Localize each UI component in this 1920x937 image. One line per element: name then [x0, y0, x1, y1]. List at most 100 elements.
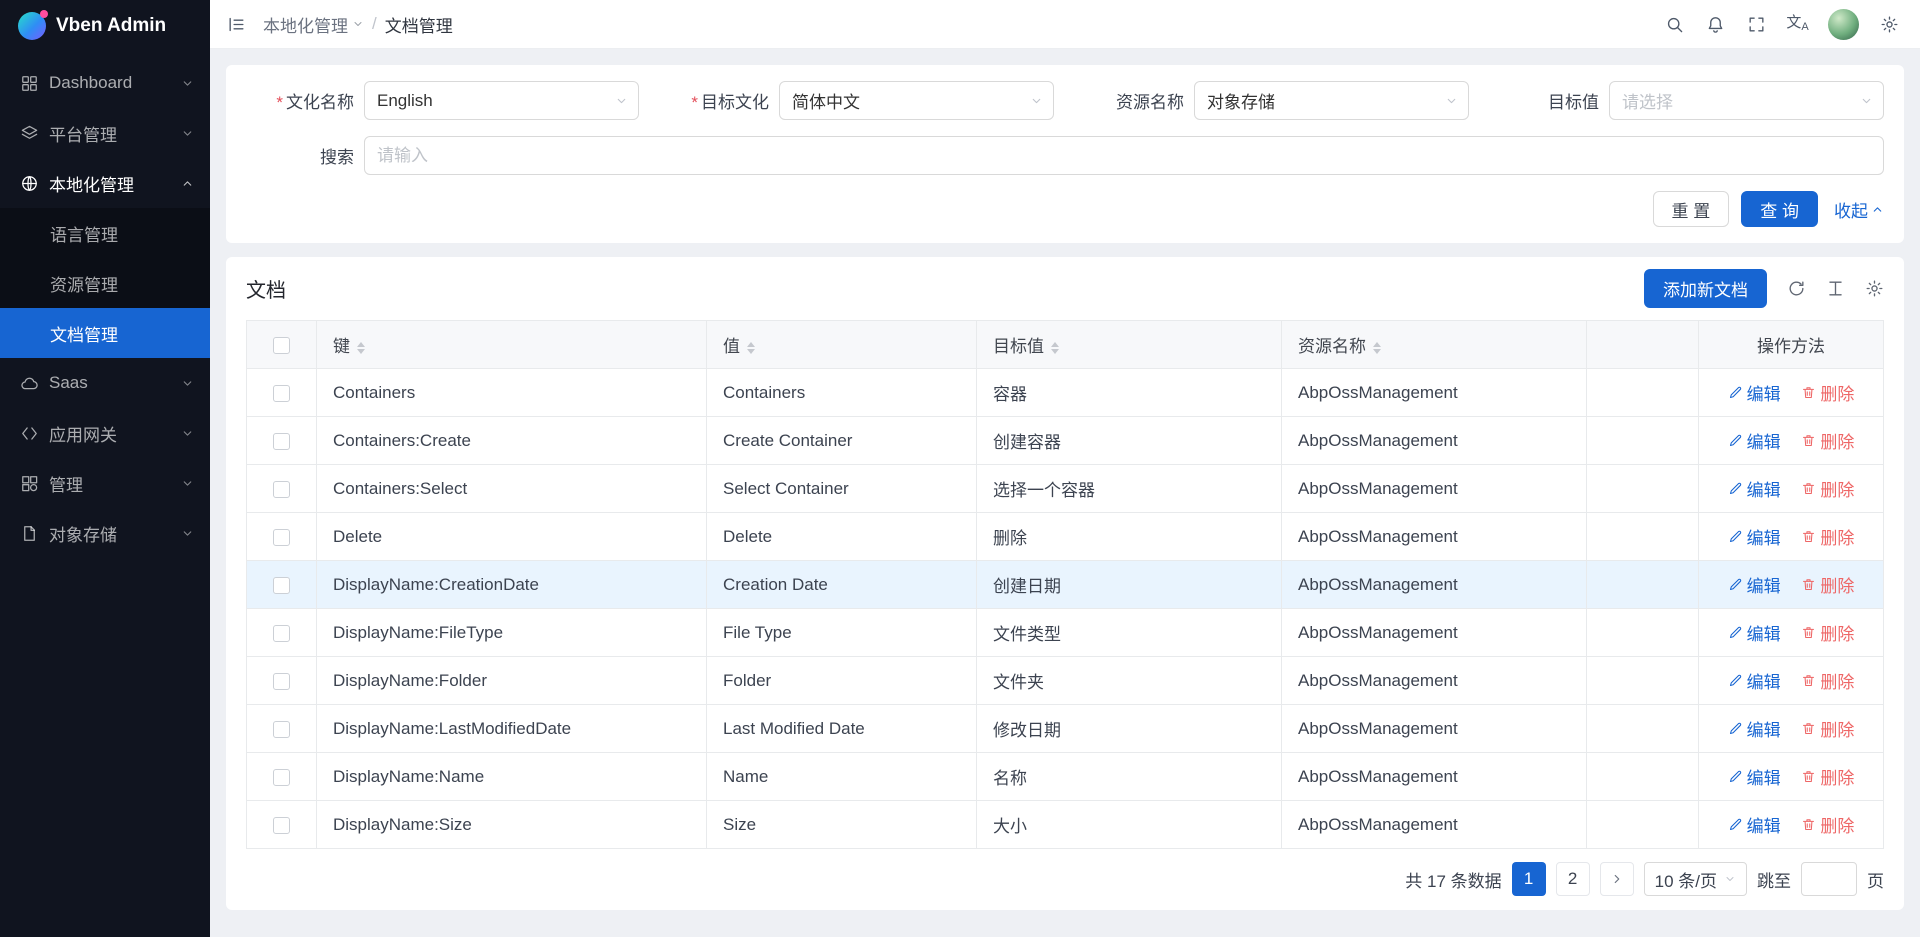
delete-button[interactable]: 删除 [1801, 668, 1854, 693]
reset-button[interactable]: 重 置 [1653, 191, 1730, 227]
delete-button[interactable]: 删除 [1801, 620, 1854, 645]
page-size-select[interactable]: 10 条/页 [1644, 862, 1747, 896]
table-row: DisplayName:Size Size 大小 AbpOssManagemen… [247, 801, 1884, 849]
row-checkbox[interactable] [273, 625, 290, 642]
delete-button[interactable]: 删除 [1801, 812, 1854, 837]
row-checkbox[interactable] [273, 433, 290, 450]
row-checkbox[interactable] [273, 529, 290, 546]
sidebar-item-object-storage[interactable]: 对象存储 [0, 508, 210, 558]
select-all-checkbox[interactable] [273, 337, 290, 354]
edit-button[interactable]: 编辑 [1728, 572, 1781, 597]
search-input[interactable] [364, 136, 1884, 175]
delete-button[interactable]: 删除 [1801, 764, 1854, 789]
column-header-value[interactable]: 值 [707, 321, 977, 369]
logo[interactable]: Vben Admin [0, 0, 210, 52]
page-button-1[interactable]: 1 [1512, 862, 1546, 896]
sidebar-item-label: Saas [49, 373, 181, 393]
sidebar-collapse-button[interactable] [218, 6, 255, 43]
row-checkbox[interactable] [273, 769, 290, 786]
sidebar-submenu-localization: 语言管理 资源管理 文档管理 [0, 208, 210, 358]
delete-button[interactable]: 删除 [1801, 716, 1854, 741]
sidebar-item-platform-management[interactable]: 平台管理 [0, 108, 210, 158]
next-page-button[interactable] [1600, 862, 1634, 896]
delete-button[interactable]: 删除 [1801, 476, 1854, 501]
cell-key: DisplayName:FileType [317, 609, 707, 657]
cell-actions: 编辑 删除 [1699, 657, 1884, 705]
field-label: 搜索 [246, 143, 364, 168]
edit-button[interactable]: 编辑 [1728, 812, 1781, 837]
sidebar-item-management[interactable]: 管理 [0, 458, 210, 508]
translate-icon[interactable]: 文A [1779, 6, 1816, 43]
trash-icon [1801, 481, 1816, 496]
edit-button[interactable]: 编辑 [1728, 428, 1781, 453]
resource-name-select[interactable]: 对象存储 [1194, 81, 1469, 120]
row-checkbox[interactable] [273, 481, 290, 498]
refresh-icon[interactable] [1787, 279, 1806, 298]
query-button[interactable]: 查 询 [1741, 191, 1818, 227]
gear-icon[interactable] [1871, 6, 1908, 43]
row-checkbox[interactable] [273, 673, 290, 690]
jump-page-input[interactable] [1801, 862, 1857, 896]
notification-bell-icon[interactable] [1697, 6, 1734, 43]
column-header-resource-name[interactable]: 资源名称 [1282, 321, 1587, 369]
column-settings-icon[interactable] [1865, 279, 1884, 298]
breadcrumb-item-parent[interactable]: 本地化管理 [263, 12, 364, 37]
target-culture-select[interactable]: 简体中文 [779, 81, 1054, 120]
row-checkbox[interactable] [273, 721, 290, 738]
chevron-right-icon [1610, 872, 1624, 886]
delete-button[interactable]: 删除 [1801, 572, 1854, 597]
edit-button[interactable]: 编辑 [1728, 620, 1781, 645]
edit-button[interactable]: 编辑 [1728, 716, 1781, 741]
sort-icon[interactable] [357, 342, 365, 354]
fullscreen-icon[interactable] [1738, 6, 1775, 43]
cell-actions: 编辑 删除 [1699, 561, 1884, 609]
target-value-select[interactable]: 请选择 [1609, 81, 1884, 120]
sidebar-item-label: 管理 [49, 471, 181, 496]
sort-icon[interactable] [1051, 342, 1059, 354]
row-checkbox[interactable] [273, 385, 290, 402]
row-checkbox[interactable] [273, 577, 290, 594]
sidebar-item-app-gateway[interactable]: 应用网关 [0, 408, 210, 458]
edit-button[interactable]: 编辑 [1728, 668, 1781, 693]
edit-button[interactable]: 编辑 [1728, 764, 1781, 789]
sidebar-item-document-management[interactable]: 文档管理 [0, 308, 210, 358]
delete-button[interactable]: 删除 [1801, 524, 1854, 549]
cell-target-value: 文件类型 [977, 609, 1282, 657]
culture-name-select[interactable]: English [364, 81, 639, 120]
sort-icon[interactable] [1373, 342, 1381, 354]
column-header-target-value[interactable]: 目标值 [977, 321, 1282, 369]
cell-filler [1587, 801, 1699, 849]
page-button-2[interactable]: 2 [1556, 862, 1590, 896]
search-icon[interactable] [1656, 6, 1693, 43]
cell-target-value: 选择一个容器 [977, 465, 1282, 513]
logo-icon [18, 12, 46, 40]
edit-button[interactable]: 编辑 [1728, 524, 1781, 549]
cell-key: DisplayName:Name [317, 753, 707, 801]
edit-button[interactable]: 编辑 [1728, 476, 1781, 501]
cell-actions: 编辑 删除 [1699, 609, 1884, 657]
delete-button[interactable]: 删除 [1801, 428, 1854, 453]
avatar[interactable] [1828, 9, 1859, 40]
add-document-button[interactable]: 添加新文档 [1644, 269, 1767, 308]
collapse-link[interactable]: 收起 [1834, 197, 1884, 222]
sidebar-item-language-management[interactable]: 语言管理 [0, 208, 210, 258]
sidebar-item-saas[interactable]: Saas [0, 358, 210, 408]
cell-target-value: 创建日期 [977, 561, 1282, 609]
row-checkbox[interactable] [273, 817, 290, 834]
main-area: 本地化管理 / 文档管理 文A [210, 0, 1920, 937]
edit-button[interactable]: 编辑 [1728, 380, 1781, 405]
table-row: DisplayName:Name Name 名称 AbpOssManagemen… [247, 753, 1884, 801]
cell-target-value: 容器 [977, 369, 1282, 417]
row-height-icon[interactable] [1826, 279, 1845, 298]
sort-icon[interactable] [747, 342, 755, 354]
delete-button[interactable]: 删除 [1801, 380, 1854, 405]
column-header-key[interactable]: 键 [317, 321, 707, 369]
trash-icon [1801, 385, 1816, 400]
sidebar-item-dashboard[interactable]: Dashboard [0, 58, 210, 108]
cell-value: Create Container [707, 417, 977, 465]
chevron-down-icon [1030, 94, 1043, 107]
chevron-down-icon [181, 127, 194, 140]
sidebar-item-localization-management[interactable]: 本地化管理 [0, 158, 210, 208]
sidebar-item-resource-management[interactable]: 资源管理 [0, 258, 210, 308]
pencil-icon [1728, 577, 1743, 592]
